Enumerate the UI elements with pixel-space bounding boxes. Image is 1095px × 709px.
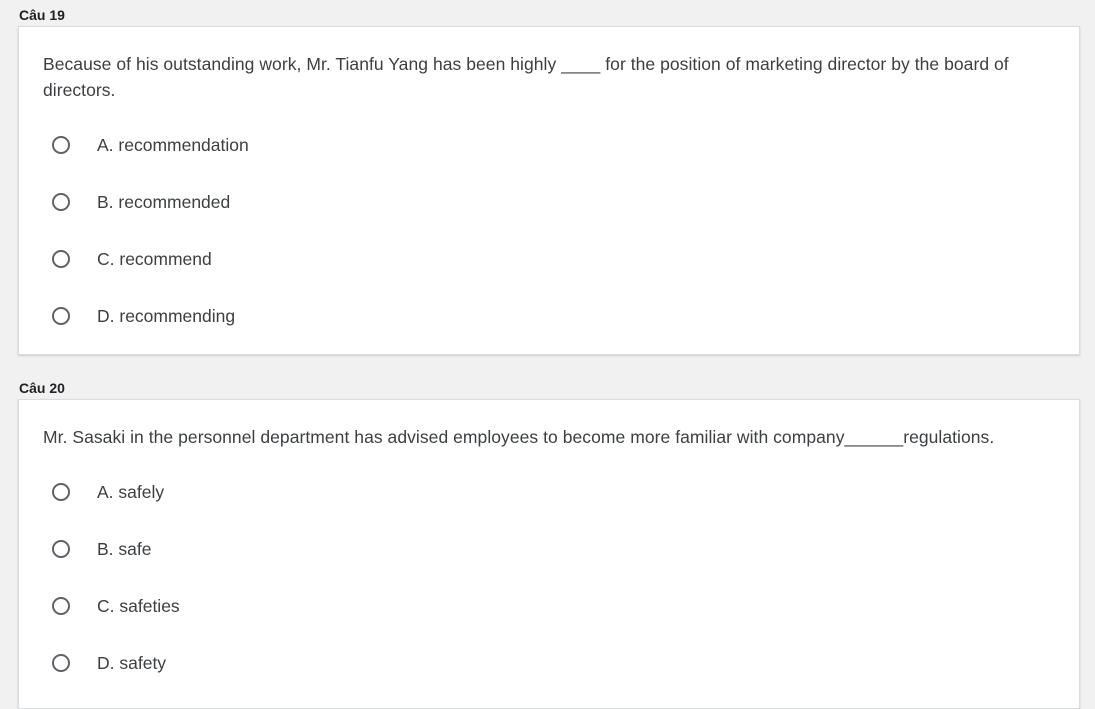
question-text: Mr. Sasaki in the personnel department h…: [43, 427, 995, 447]
radio-button[interactable]: [52, 540, 70, 558]
option-label: C. safeties: [97, 596, 180, 616]
option-a[interactable]: A. recommendation: [52, 133, 249, 157]
option-label: C. recommend: [97, 249, 212, 269]
option-a[interactable]: A. safely: [52, 480, 164, 504]
radio-button[interactable]: [52, 193, 70, 211]
question-number: Câu 19: [19, 7, 65, 23]
radio-button[interactable]: [52, 654, 70, 672]
option-c[interactable]: C. safeties: [52, 594, 180, 618]
option-d[interactable]: D. recommending: [52, 304, 235, 328]
radio-button[interactable]: [52, 597, 70, 615]
option-label: B. recommended: [97, 192, 231, 212]
option-label: D. safety: [97, 653, 167, 673]
option-label: A. safely: [97, 482, 165, 502]
option-label: D. recommending: [97, 306, 236, 326]
question-number: Câu 20: [19, 380, 65, 396]
option-c[interactable]: C. recommend: [52, 247, 212, 271]
question-card: Mr. Sasaki in the personnel department h…: [18, 399, 1080, 709]
radio-button[interactable]: [52, 136, 70, 154]
radio-button[interactable]: [52, 250, 70, 268]
option-label: B. safe: [97, 539, 152, 559]
radio-button[interactable]: [52, 307, 70, 325]
question-text: Because of his outstanding work, Mr. Tia…: [43, 54, 1009, 100]
option-b[interactable]: B. safe: [52, 537, 151, 561]
option-label: A. recommendation: [97, 135, 249, 155]
question-card: Because of his outstanding work, Mr. Tia…: [18, 26, 1080, 355]
radio-button[interactable]: [52, 483, 70, 501]
option-b[interactable]: B. recommended: [52, 190, 230, 214]
option-d[interactable]: D. safety: [52, 651, 166, 675]
